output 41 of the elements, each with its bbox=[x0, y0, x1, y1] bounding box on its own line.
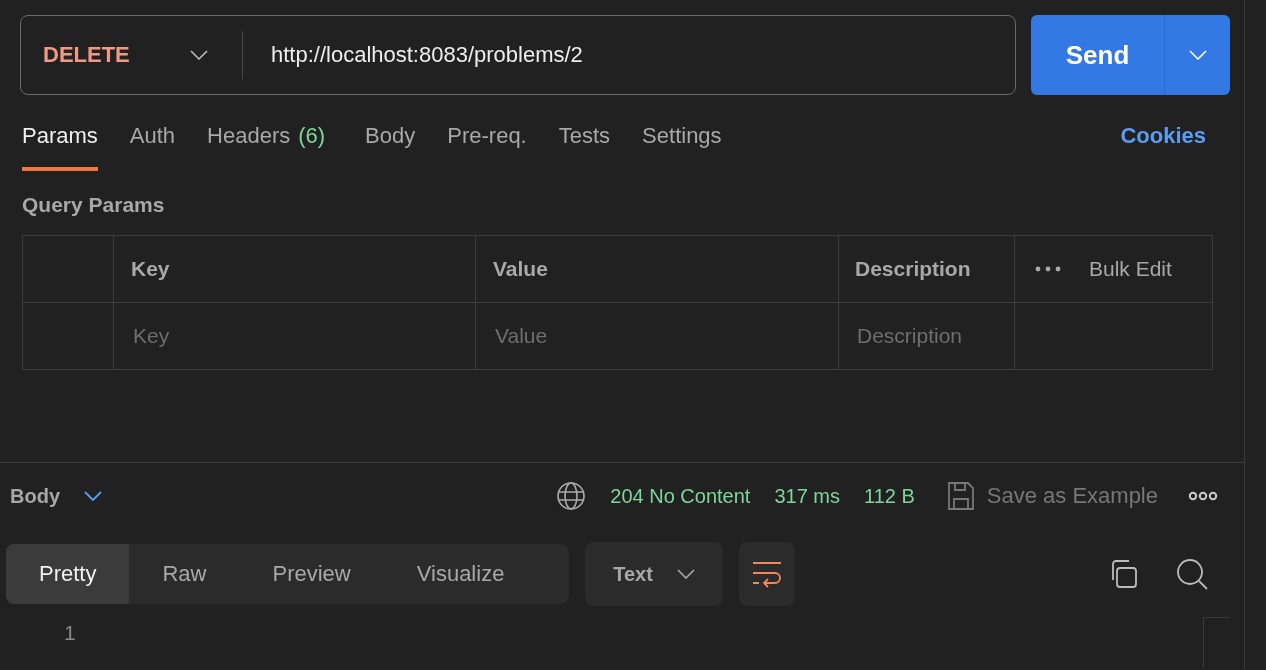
scrollbar[interactable] bbox=[1203, 617, 1230, 668]
url-bar[interactable]: DELETE http://localhost:8083/problems/2 bbox=[20, 15, 1016, 95]
cookies-link[interactable]: Cookies bbox=[1120, 123, 1206, 149]
request-tab[interactable]: Settings bbox=[642, 123, 722, 171]
more-icon[interactable] bbox=[1188, 491, 1218, 501]
chevron-down-icon bbox=[1188, 50, 1207, 60]
request-tab[interactable]: Pre-req. bbox=[447, 123, 527, 171]
globe-icon[interactable] bbox=[556, 481, 587, 511]
request-tab[interactable]: Tests bbox=[558, 123, 611, 171]
url-input[interactable]: http://localhost:8083/problems/2 bbox=[269, 41, 1015, 69]
more-icon[interactable] bbox=[1035, 266, 1061, 272]
param-input[interactable]: Description bbox=[855, 323, 1011, 349]
param-input[interactable]: Value bbox=[493, 323, 825, 349]
column-header: Key bbox=[131, 257, 170, 281]
response-size: 112 B bbox=[864, 484, 915, 508]
view-tab[interactable]: Raw bbox=[129, 544, 240, 604]
bulk-edit-button[interactable]: Bulk Edit bbox=[1089, 257, 1172, 281]
section-title: Query Params bbox=[22, 193, 166, 217]
wrap-lines-button[interactable] bbox=[739, 542, 795, 606]
column-header: Value bbox=[493, 257, 548, 281]
method-dropdown[interactable]: DELETE bbox=[21, 31, 243, 79]
request-tab[interactable]: Auth bbox=[129, 123, 176, 171]
param-input[interactable]: Key bbox=[131, 323, 462, 349]
status-text: 204 No Content bbox=[610, 484, 751, 508]
response-time: 317 ms bbox=[774, 484, 840, 508]
request-tab[interactable]: Params bbox=[22, 123, 98, 171]
request-tab[interactable]: Body bbox=[365, 123, 416, 171]
view-tab[interactable]: Visualize bbox=[383, 544, 538, 604]
save-as-example-button[interactable]: Save as Example bbox=[986, 483, 1158, 509]
format-dropdown[interactable]: Text bbox=[585, 542, 723, 606]
request-tab[interactable]: Headers (6) bbox=[207, 123, 334, 171]
column-header: Description bbox=[855, 257, 971, 281]
view-tab[interactable]: Pretty bbox=[6, 544, 130, 604]
search-icon[interactable] bbox=[1176, 558, 1208, 590]
chevron-down-icon bbox=[676, 569, 695, 579]
body-dropdown[interactable]: Body bbox=[10, 484, 60, 508]
chevron-down-icon[interactable] bbox=[84, 491, 102, 501]
wrap-lines-icon bbox=[751, 560, 783, 588]
view-tab[interactable]: Preview bbox=[239, 544, 384, 604]
chevron-down-icon bbox=[190, 50, 208, 60]
line-number: 1 bbox=[64, 621, 76, 646]
